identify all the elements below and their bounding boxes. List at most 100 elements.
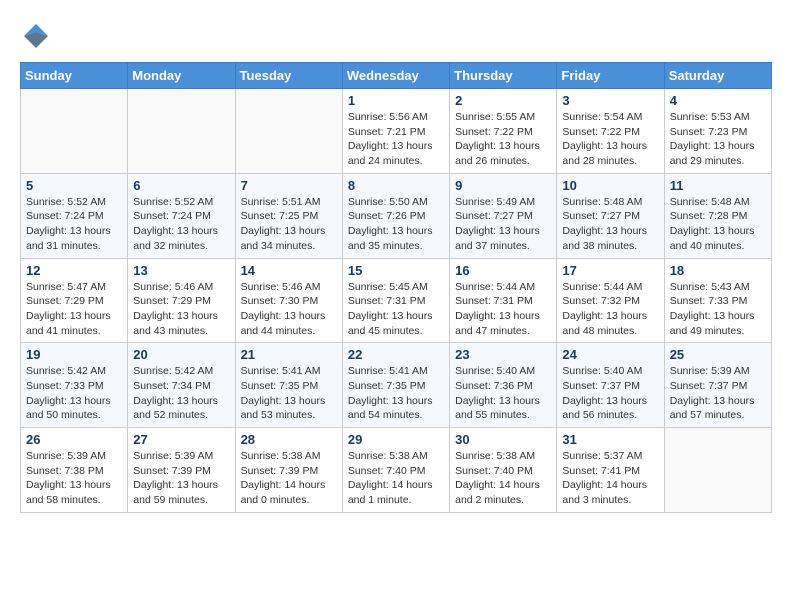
day-info: Sunrise: 5:53 AM Sunset: 7:23 PM Dayligh… bbox=[670, 110, 766, 169]
day-number: 28 bbox=[241, 432, 337, 447]
day-number: 23 bbox=[455, 347, 551, 362]
day-number: 14 bbox=[241, 263, 337, 278]
day-number: 21 bbox=[241, 347, 337, 362]
calendar-cell: 31 Sunrise: 5:37 AM Sunset: 7:41 PM Dayli… bbox=[557, 428, 664, 513]
calendar-header-row: SundayMondayTuesdayWednesdayThursdayFrid… bbox=[21, 63, 772, 89]
calendar-table: SundayMondayTuesdayWednesdayThursdayFrid… bbox=[20, 62, 772, 513]
day-number: 6 bbox=[133, 178, 229, 193]
day-info: Sunrise: 5:44 AM Sunset: 7:31 PM Dayligh… bbox=[455, 280, 551, 339]
calendar-cell: 26 Sunrise: 5:39 AM Sunset: 7:38 PM Dayli… bbox=[21, 428, 128, 513]
day-header-monday: Monday bbox=[128, 63, 235, 89]
day-number: 24 bbox=[562, 347, 658, 362]
day-info: Sunrise: 5:55 AM Sunset: 7:22 PM Dayligh… bbox=[455, 110, 551, 169]
day-info: Sunrise: 5:40 AM Sunset: 7:36 PM Dayligh… bbox=[455, 364, 551, 423]
calendar-cell: 25 Sunrise: 5:39 AM Sunset: 7:37 PM Dayli… bbox=[664, 343, 771, 428]
day-number: 8 bbox=[348, 178, 444, 193]
calendar-cell: 30 Sunrise: 5:38 AM Sunset: 7:40 PM Dayli… bbox=[450, 428, 557, 513]
day-number: 15 bbox=[348, 263, 444, 278]
day-info: Sunrise: 5:41 AM Sunset: 7:35 PM Dayligh… bbox=[241, 364, 337, 423]
day-info: Sunrise: 5:39 AM Sunset: 7:37 PM Dayligh… bbox=[670, 364, 766, 423]
day-info: Sunrise: 5:41 AM Sunset: 7:35 PM Dayligh… bbox=[348, 364, 444, 423]
day-info: Sunrise: 5:38 AM Sunset: 7:39 PM Dayligh… bbox=[241, 449, 337, 508]
day-number: 13 bbox=[133, 263, 229, 278]
calendar-week-row: 12 Sunrise: 5:47 AM Sunset: 7:29 PM Dayli… bbox=[21, 258, 772, 343]
calendar-cell: 19Sunrise: 5:42 AM Sunset: 7:33 PM Dayli… bbox=[21, 343, 128, 428]
day-header-wednesday: Wednesday bbox=[342, 63, 449, 89]
day-number: 17 bbox=[562, 263, 658, 278]
day-number: 12 bbox=[26, 263, 122, 278]
day-number: 29 bbox=[348, 432, 444, 447]
day-number: 4 bbox=[670, 93, 766, 108]
day-info: Sunrise: 5:49 AM Sunset: 7:27 PM Dayligh… bbox=[455, 195, 551, 254]
day-number: 5 bbox=[26, 178, 122, 193]
calendar-cell: 23 Sunrise: 5:40 AM Sunset: 7:36 PM Dayli… bbox=[450, 343, 557, 428]
calendar-week-row: 5 Sunrise: 5:52 AM Sunset: 7:24 PM Daylig… bbox=[21, 173, 772, 258]
day-info: Sunrise: 5:39 AM Sunset: 7:38 PM Dayligh… bbox=[26, 449, 122, 508]
calendar-cell: 16Sunrise: 5:44 AM Sunset: 7:31 PM Dayli… bbox=[450, 258, 557, 343]
calendar-cell bbox=[664, 428, 771, 513]
calendar-cell: 12 Sunrise: 5:47 AM Sunset: 7:29 PM Dayli… bbox=[21, 258, 128, 343]
day-number: 9 bbox=[455, 178, 551, 193]
calendar-cell: 18Sunrise: 5:43 AM Sunset: 7:33 PM Dayli… bbox=[664, 258, 771, 343]
calendar-week-row: 19Sunrise: 5:42 AM Sunset: 7:33 PM Dayli… bbox=[21, 343, 772, 428]
calendar-cell: 10Sunrise: 5:48 AM Sunset: 7:27 PM Dayli… bbox=[557, 173, 664, 258]
calendar-cell: 7 Sunrise: 5:51 AM Sunset: 7:25 PM Daylig… bbox=[235, 173, 342, 258]
calendar-cell: 28 Sunrise: 5:38 AM Sunset: 7:39 PM Dayli… bbox=[235, 428, 342, 513]
day-info: Sunrise: 5:46 AM Sunset: 7:30 PM Dayligh… bbox=[241, 280, 337, 339]
calendar-cell: 11 Sunrise: 5:48 AM Sunset: 7:28 PM Dayli… bbox=[664, 173, 771, 258]
day-header-friday: Friday bbox=[557, 63, 664, 89]
day-number: 22 bbox=[348, 347, 444, 362]
day-info: Sunrise: 5:37 AM Sunset: 7:41 PM Dayligh… bbox=[562, 449, 658, 508]
day-info: Sunrise: 5:46 AM Sunset: 7:29 PM Dayligh… bbox=[133, 280, 229, 339]
day-info: Sunrise: 5:50 AM Sunset: 7:26 PM Dayligh… bbox=[348, 195, 444, 254]
calendar-cell: 20 Sunrise: 5:42 AM Sunset: 7:34 PM Dayli… bbox=[128, 343, 235, 428]
day-info: Sunrise: 5:51 AM Sunset: 7:25 PM Dayligh… bbox=[241, 195, 337, 254]
calendar-cell: 13 Sunrise: 5:46 AM Sunset: 7:29 PM Dayli… bbox=[128, 258, 235, 343]
day-info: Sunrise: 5:42 AM Sunset: 7:34 PM Dayligh… bbox=[133, 364, 229, 423]
calendar-cell: 29 Sunrise: 5:38 AM Sunset: 7:40 PM Dayli… bbox=[342, 428, 449, 513]
day-number: 27 bbox=[133, 432, 229, 447]
day-info: Sunrise: 5:45 AM Sunset: 7:31 PM Dayligh… bbox=[348, 280, 444, 339]
calendar-cell: 15 Sunrise: 5:45 AM Sunset: 7:31 PM Dayli… bbox=[342, 258, 449, 343]
calendar-cell bbox=[21, 89, 128, 174]
day-number: 26 bbox=[26, 432, 122, 447]
day-header-tuesday: Tuesday bbox=[235, 63, 342, 89]
page-header bbox=[20, 20, 772, 52]
day-info: Sunrise: 5:56 AM Sunset: 7:21 PM Dayligh… bbox=[348, 110, 444, 169]
day-info: Sunrise: 5:48 AM Sunset: 7:28 PM Dayligh… bbox=[670, 195, 766, 254]
calendar-cell bbox=[128, 89, 235, 174]
calendar-cell: 21 Sunrise: 5:41 AM Sunset: 7:35 PM Dayli… bbox=[235, 343, 342, 428]
day-number: 10 bbox=[562, 178, 658, 193]
calendar-cell: 9 Sunrise: 5:49 AM Sunset: 7:27 PM Daylig… bbox=[450, 173, 557, 258]
calendar-cell: 17 Sunrise: 5:44 AM Sunset: 7:32 PM Dayli… bbox=[557, 258, 664, 343]
day-header-thursday: Thursday bbox=[450, 63, 557, 89]
day-number: 2 bbox=[455, 93, 551, 108]
calendar-cell: 6 Sunrise: 5:52 AM Sunset: 7:24 PM Daylig… bbox=[128, 173, 235, 258]
day-number: 20 bbox=[133, 347, 229, 362]
day-header-saturday: Saturday bbox=[664, 63, 771, 89]
day-info: Sunrise: 5:38 AM Sunset: 7:40 PM Dayligh… bbox=[455, 449, 551, 508]
day-number: 25 bbox=[670, 347, 766, 362]
calendar-week-row: 1Sunrise: 5:56 AM Sunset: 7:21 PM Daylig… bbox=[21, 89, 772, 174]
calendar-cell: 3Sunrise: 5:54 AM Sunset: 7:22 PM Daylig… bbox=[557, 89, 664, 174]
day-info: Sunrise: 5:40 AM Sunset: 7:37 PM Dayligh… bbox=[562, 364, 658, 423]
day-info: Sunrise: 5:38 AM Sunset: 7:40 PM Dayligh… bbox=[348, 449, 444, 508]
day-number: 3 bbox=[562, 93, 658, 108]
calendar-cell: 1Sunrise: 5:56 AM Sunset: 7:21 PM Daylig… bbox=[342, 89, 449, 174]
day-number: 7 bbox=[241, 178, 337, 193]
calendar-cell: 24 Sunrise: 5:40 AM Sunset: 7:37 PM Dayli… bbox=[557, 343, 664, 428]
day-number: 30 bbox=[455, 432, 551, 447]
calendar-cell: 2 Sunrise: 5:55 AM Sunset: 7:22 PM Daylig… bbox=[450, 89, 557, 174]
calendar-cell: 5Sunrise: 5:52 AM Sunset: 7:24 PM Daylig… bbox=[21, 173, 128, 258]
calendar-cell: 22 Sunrise: 5:41 AM Sunset: 7:35 PM Dayli… bbox=[342, 343, 449, 428]
calendar-week-row: 26 Sunrise: 5:39 AM Sunset: 7:38 PM Dayli… bbox=[21, 428, 772, 513]
day-number: 11 bbox=[670, 178, 766, 193]
day-number: 31 bbox=[562, 432, 658, 447]
day-info: Sunrise: 5:47 AM Sunset: 7:29 PM Dayligh… bbox=[26, 280, 122, 339]
day-info: Sunrise: 5:39 AM Sunset: 7:39 PM Dayligh… bbox=[133, 449, 229, 508]
logo-icon bbox=[20, 20, 52, 52]
day-info: Sunrise: 5:52 AM Sunset: 7:24 PM Dayligh… bbox=[133, 195, 229, 254]
calendar-cell bbox=[235, 89, 342, 174]
day-header-sunday: Sunday bbox=[21, 63, 128, 89]
day-info: Sunrise: 5:44 AM Sunset: 7:32 PM Dayligh… bbox=[562, 280, 658, 339]
